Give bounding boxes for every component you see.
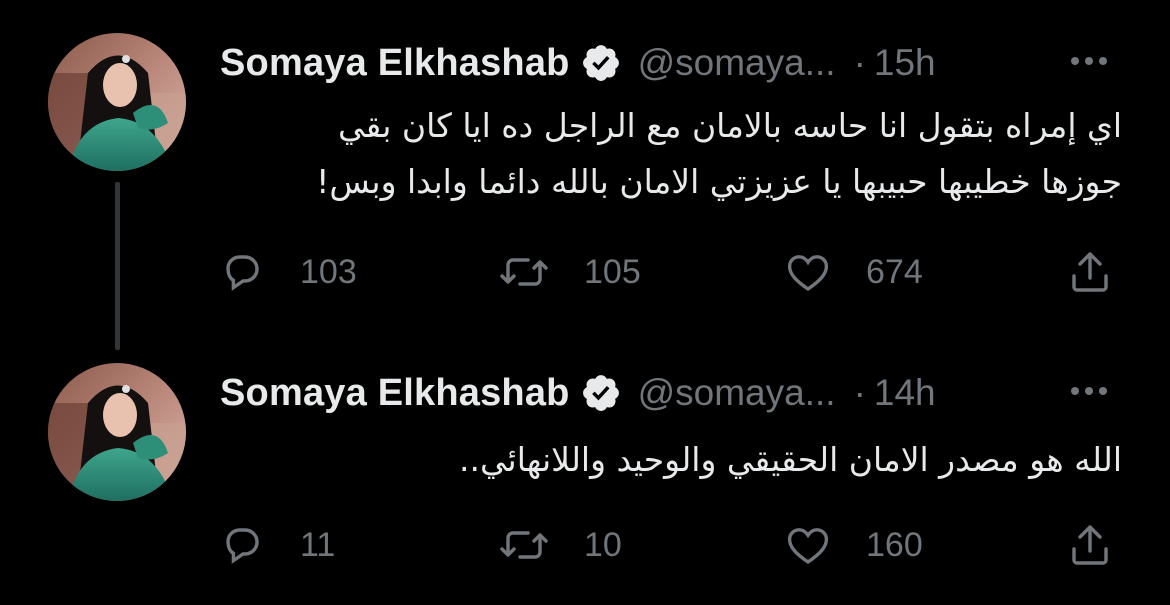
retweet-icon xyxy=(498,248,550,296)
tweet-text-line: جوزها خطيبها حبيبها يا عزيزتي الامان بال… xyxy=(316,162,1122,201)
more-options-icon[interactable] xyxy=(1066,46,1112,76)
share-icon xyxy=(1066,521,1114,569)
display-name[interactable]: Somaya Elkhashab xyxy=(220,372,570,415)
retweet-count: 10 xyxy=(584,525,622,564)
avatar[interactable] xyxy=(48,363,186,501)
user-handle[interactable]: @somaya... xyxy=(638,42,836,84)
tweet-thread: Somaya Elkhashab @somaya... · 15h اي إمر… xyxy=(0,0,1170,605)
tweet-actions: 103 105 674 xyxy=(218,242,1130,302)
separator-dot: · xyxy=(853,42,866,83)
reply-count: 103 xyxy=(300,252,357,291)
reply-icon xyxy=(218,521,266,569)
tweet-header: Somaya Elkhashab @somaya... · 14h xyxy=(220,368,1130,418)
tweet-timestamp[interactable]: 15h xyxy=(874,42,936,84)
user-handle[interactable]: @somaya... xyxy=(638,372,836,414)
tweet[interactable]: Somaya Elkhashab @somaya... · 14h الله ه… xyxy=(0,330,1170,605)
reply-button[interactable]: 11 xyxy=(218,515,335,575)
reply-button[interactable]: 103 xyxy=(218,242,357,302)
verified-badge-icon xyxy=(580,42,622,84)
display-name[interactable]: Somaya Elkhashab xyxy=(220,42,570,85)
more-options-icon[interactable] xyxy=(1066,376,1112,406)
heart-icon xyxy=(784,248,832,296)
tweet-header: Somaya Elkhashab @somaya... · 15h xyxy=(220,38,1130,88)
share-button[interactable] xyxy=(1066,515,1114,575)
tweet-text: اي إمراه بتقول انا حاسه بالامان مع الراج… xyxy=(220,98,1122,210)
retweet-count: 105 xyxy=(584,252,641,291)
tweet[interactable]: Somaya Elkhashab @somaya... · 15h اي إمر… xyxy=(0,0,1170,330)
reply-icon xyxy=(218,248,266,296)
tweet-actions: 11 10 160 xyxy=(218,515,1130,575)
retweet-button[interactable]: 105 xyxy=(498,242,641,302)
like-count: 160 xyxy=(866,525,923,564)
like-button[interactable]: 674 xyxy=(784,242,923,302)
like-count: 674 xyxy=(866,252,923,291)
avatar[interactable] xyxy=(48,33,186,171)
heart-icon xyxy=(784,521,832,569)
separator-dot: · xyxy=(853,372,866,413)
share-icon xyxy=(1066,248,1114,296)
retweet-icon xyxy=(498,521,550,569)
reply-count: 11 xyxy=(300,525,336,564)
tweet-text: الله هو مصدر الامان الحقيقي والوحيد والل… xyxy=(220,432,1122,488)
retweet-button[interactable]: 10 xyxy=(498,515,622,575)
share-button[interactable] xyxy=(1066,242,1114,302)
tweet-timestamp[interactable]: 14h xyxy=(874,372,936,414)
like-button[interactable]: 160 xyxy=(784,515,923,575)
verified-badge-icon xyxy=(580,372,622,414)
tweet-text-line: اي إمراه بتقول انا حاسه بالامان مع الراج… xyxy=(338,106,1122,145)
tweet-text-line: الله هو مصدر الامان الحقيقي والوحيد والل… xyxy=(459,440,1122,479)
